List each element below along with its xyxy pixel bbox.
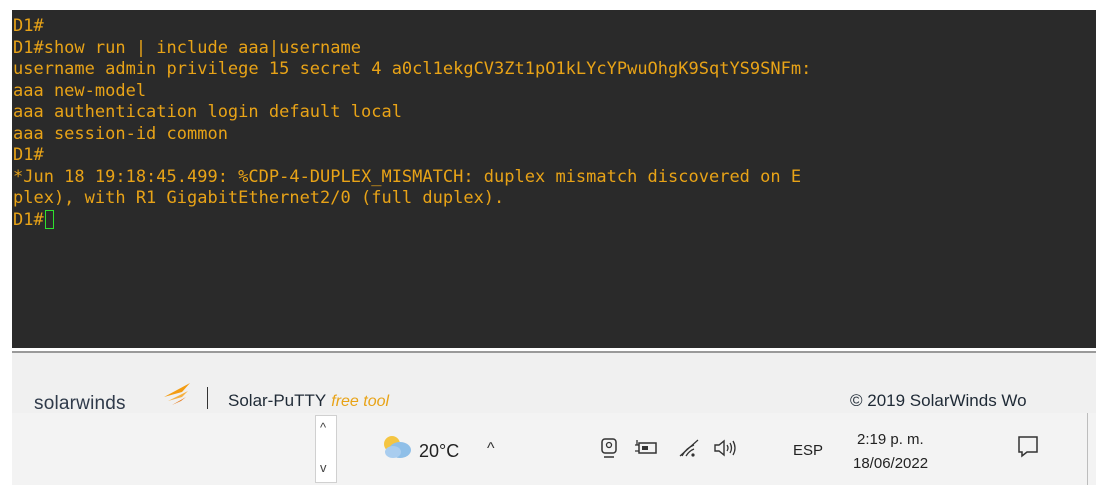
solarwinds-flare-icon	[164, 383, 190, 405]
terminal-window[interactable]: D1# D1#show run | include aaa|username u…	[12, 10, 1096, 348]
notification-icon[interactable]	[1017, 435, 1039, 459]
show-desktop-button[interactable]	[1087, 413, 1088, 485]
terminal-line: aaa authentication login default local	[13, 102, 402, 122]
terminal-line: username admin privilege 15 secret 4 a0c…	[13, 59, 812, 79]
product-label: Solar-PuTTY free tool	[228, 391, 389, 411]
language-indicator[interactable]: ESP	[793, 442, 823, 459]
terminal-line: aaa new-model	[13, 80, 147, 101]
clock-time[interactable]: 2:19 p. m.	[857, 431, 924, 448]
speaker-icon[interactable]	[712, 437, 738, 459]
copyright-text: © 2019 SolarWinds Wo	[850, 391, 1027, 410]
terminal-line: D1#	[13, 145, 44, 165]
scroll-down-icon[interactable]: v	[320, 460, 327, 475]
free-tool-label: free tool	[331, 393, 390, 410]
wifi-icon[interactable]	[678, 437, 700, 459]
terminal-line: *Jun 18 19:18:45.499: %CDP-4-DUPLEX_MISM…	[13, 166, 802, 187]
solarwinds-logo: solarwinds	[34, 393, 126, 414]
scroll-up-icon[interactable]: ^	[320, 420, 326, 435]
terminal-line: plex), with R1 GigabitEthernet2/0 (full …	[13, 188, 505, 208]
show-hidden-icons-chevron-icon[interactable]: ^	[487, 440, 495, 458]
terminal-line: aaa session-id common	[13, 123, 228, 144]
battery-icon[interactable]	[634, 437, 658, 459]
weather-icon[interactable]	[380, 433, 414, 461]
clock-date[interactable]: 18/06/2022	[853, 455, 928, 472]
terminal-prompt-line: D1#	[13, 209, 1096, 232]
product-name: Solar-PuTTY	[228, 391, 327, 410]
terminal-line: D1#	[13, 16, 44, 36]
temperature-label[interactable]: 20°C	[419, 441, 459, 462]
windows-taskbar: ^ v 20°C ^ ESP 2:19 p. m. 18/06/2022	[12, 413, 1096, 485]
meet-now-icon[interactable]	[600, 437, 620, 459]
statusbar-divider	[207, 387, 208, 409]
terminal-prompt: D1#	[13, 209, 44, 230]
terminal-cursor	[44, 209, 54, 229]
terminal-line: D1#show run | include aaa|username	[13, 37, 361, 58]
solar-putty-statusbar: solarwinds Solar-PuTTY free tool © 2019 S…	[12, 351, 1096, 414]
taskbar-overflow-scroller[interactable]: ^ v	[315, 415, 337, 483]
